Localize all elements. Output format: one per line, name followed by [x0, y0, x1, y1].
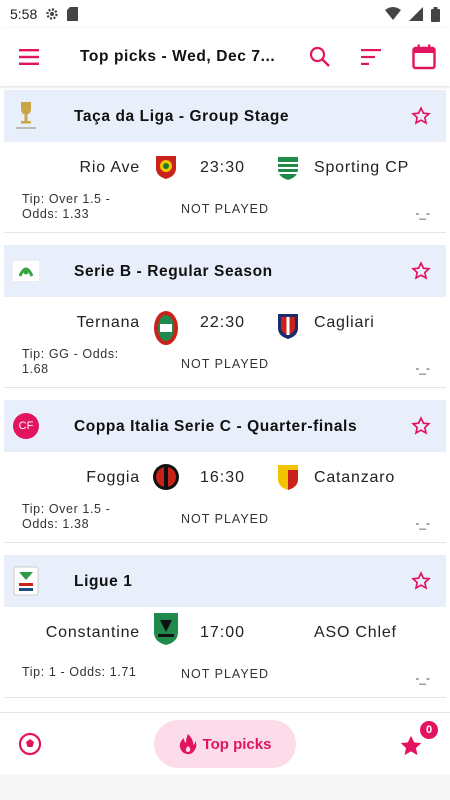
match-row[interactable]: Foggia 16:30 Catanzaro Tip: Over 1.5 - O…	[4, 452, 446, 542]
match-row[interactable]: Constantine 17:00 ASO Chlef Tip: 1 - Odd…	[4, 607, 446, 697]
league-logo-text: CF	[13, 413, 39, 439]
signal-icon	[409, 7, 423, 21]
serie-b-logo-icon	[4, 245, 48, 297]
wifi-icon	[385, 7, 401, 20]
rio-ave-crest-icon	[152, 152, 180, 182]
home-team: Foggia	[86, 469, 140, 486]
match-score: -_-	[415, 206, 430, 220]
away-team: Catanzaro	[314, 469, 396, 486]
betting-tip: Tip: Over 1.5 - Odds: 1.38	[22, 502, 111, 531]
league-name: Serie B - Regular Season	[74, 262, 273, 280]
favorite-league-button[interactable]	[396, 90, 446, 142]
all-matches-nav-button[interactable]	[0, 713, 60, 775]
constantine-crest-icon	[152, 611, 180, 647]
home-team: Constantine	[45, 624, 140, 641]
kickoff-time: 16:30	[200, 469, 246, 486]
fire-icon	[179, 734, 196, 755]
home-team: Rio Ave	[79, 159, 140, 176]
league-name: Coppa Italia Serie C - Quarter-finals	[74, 417, 358, 435]
kickoff-time: 23:30	[200, 159, 246, 176]
star-outline-icon	[411, 106, 431, 125]
favorite-league-button[interactable]	[396, 400, 446, 452]
cagliari-crest-icon	[274, 311, 302, 341]
app-bar: Top picks - Wed, Dec 7...	[0, 28, 450, 86]
taca-da-liga-logo-icon	[4, 90, 48, 142]
sort-button[interactable]	[346, 28, 398, 86]
search-icon	[309, 46, 330, 67]
favorite-league-button[interactable]	[396, 555, 446, 607]
star-outline-icon	[411, 416, 431, 435]
match-score: -_-	[415, 361, 430, 375]
home-team: Ternana	[76, 314, 140, 331]
calendar-icon	[412, 44, 436, 70]
match-score: -_-	[415, 671, 430, 685]
match-row[interactable]: Ternana 22:30 Cagliari Tip: GG - Odds: 1…	[4, 297, 446, 387]
hamburger-menu-icon	[19, 49, 39, 65]
league-card: Serie B - Regular Season Ternana 22:30 C…	[4, 245, 446, 388]
menu-button[interactable]	[0, 28, 60, 86]
catanzaro-crest-icon	[274, 462, 302, 492]
match-status: NOT PLAYED	[181, 667, 270, 681]
match-list[interactable]: Taça da Liga - Group Stage Rio Ave 23:30…	[0, 90, 450, 710]
star-outline-icon	[411, 571, 431, 590]
betting-tip: Tip: Over 1.5 - Odds: 1.33	[22, 192, 111, 221]
league-header[interactable]: Ligue 1	[4, 555, 446, 607]
betting-tip: Tip: 1 - Odds: 1.71	[22, 665, 137, 679]
sort-icon	[361, 49, 381, 65]
foggia-crest-icon	[152, 462, 180, 492]
top-picks-nav-button[interactable]: Top picks	[154, 720, 296, 768]
ternana-crest-icon	[152, 309, 180, 347]
calendar-button[interactable]	[398, 28, 450, 86]
star-filled-icon	[400, 735, 422, 756]
status-time: 5:58	[10, 6, 38, 22]
league-header[interactable]: CF Coppa Italia Serie C - Quarter-finals	[4, 400, 446, 452]
kickoff-time: 17:00	[200, 624, 246, 641]
away-team: Sporting CP	[314, 159, 410, 176]
status-bar: 5:58	[0, 0, 450, 28]
league-header[interactable]: Serie B - Regular Season	[4, 245, 446, 297]
ligue-1-logo-icon	[4, 555, 48, 607]
league-name: Taça da Liga - Group Stage	[74, 107, 290, 125]
settings-gear-icon	[46, 8, 58, 20]
match-row[interactable]: Rio Ave 23:30 Sporting CP Tip: Over 1.5 …	[4, 142, 446, 232]
sporting-cp-crest-icon	[274, 152, 302, 182]
favorites-nav-button[interactable]: 0	[398, 721, 438, 763]
system-navigation-bar	[0, 774, 450, 800]
match-score: -_-	[415, 516, 430, 530]
league-header[interactable]: Taça da Liga - Group Stage	[4, 90, 446, 142]
star-outline-icon	[411, 261, 431, 280]
search-button[interactable]	[294, 28, 346, 86]
soccer-ball-icon	[18, 732, 42, 755]
match-status: NOT PLAYED	[181, 357, 270, 371]
sd-card-icon	[67, 7, 79, 21]
league-name: Ligue 1	[74, 572, 133, 590]
page-title: Top picks - Wed, Dec 7...	[80, 48, 276, 65]
match-status: NOT PLAYED	[181, 202, 270, 216]
coppa-italia-c-logo-icon: CF	[4, 400, 48, 452]
league-card: CF Coppa Italia Serie C - Quarter-finals…	[4, 400, 446, 543]
away-team: Cagliari	[314, 314, 375, 331]
favorites-count-badge: 0	[420, 721, 438, 739]
league-card: Taça da Liga - Group Stage Rio Ave 23:30…	[4, 90, 446, 233]
match-status: NOT PLAYED	[181, 512, 270, 526]
battery-icon	[431, 6, 440, 22]
league-card: Ligue 1 Constantine 17:00 ASO Chlef Tip:…	[4, 555, 446, 698]
top-picks-label: Top picks	[202, 735, 272, 753]
away-team: ASO Chlef	[314, 624, 397, 641]
bottom-navigation: Top picks 0	[0, 712, 450, 774]
favorite-league-button[interactable]	[396, 245, 446, 297]
kickoff-time: 22:30	[200, 314, 246, 331]
betting-tip: Tip: GG - Odds: 1.68	[22, 347, 119, 376]
